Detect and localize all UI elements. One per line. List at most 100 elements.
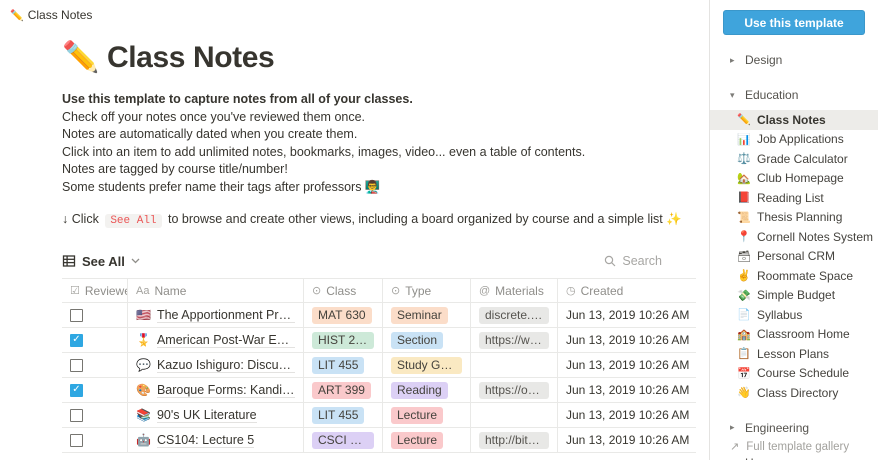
note-name-cell[interactable]: 🇺🇸 The Apportionment Problem (127, 303, 303, 327)
class-tag[interactable]: LIT 455 (312, 406, 365, 424)
class-tag[interactable]: MAT 630 (312, 306, 372, 324)
class-tag[interactable]: CSCI 104 (312, 431, 374, 449)
pencil-icon: ✏️ (62, 41, 99, 74)
reviewed-checkbox[interactable] (70, 383, 83, 397)
money-with-wings-icon: 💸 (737, 289, 751, 302)
note-name-cell[interactable]: 📚 90's UK Literature (127, 403, 303, 427)
note-name-cell[interactable]: 💬 Kazuo Ishiguro: Discussion (127, 353, 303, 377)
table-view-icon (62, 254, 76, 268)
column-header-created[interactable]: ◷ Created (557, 279, 696, 302)
use-this-template-button[interactable]: Use this template (723, 10, 865, 35)
tip-line: ↓ Click See All to browse and create oth… (62, 211, 696, 230)
sidebar-item-classroom-home[interactable]: 🏫 Classroom Home (710, 325, 878, 345)
sidebar-item-simple-budget[interactable]: 💸 Simple Budget (710, 286, 878, 306)
search-icon (604, 255, 616, 267)
materials-cell[interactable] (470, 353, 557, 377)
type-cell[interactable]: Lecture (382, 403, 470, 427)
column-header-reviewed[interactable]: ☑ Reviewed (62, 279, 127, 302)
type-cell[interactable]: Seminar (382, 303, 470, 327)
created-cell[interactable]: Jun 13, 2019 10:26 AM (557, 303, 696, 327)
sidebar-item-class-directory[interactable]: 👋 Class Directory (710, 383, 878, 403)
column-header-type[interactable]: ⊙ Type (382, 279, 470, 302)
sidebar-item-course-schedule[interactable]: 📅 Course Schedule (710, 364, 878, 384)
column-header-class[interactable]: ⊙ Class (303, 279, 382, 302)
type-tag[interactable]: Reading (391, 381, 448, 399)
class-cell[interactable]: LIT 455 (303, 353, 382, 377)
class-cell[interactable]: MAT 630 (303, 303, 382, 327)
breadcrumb-label: Class Notes (27, 8, 93, 22)
sidebar-item-label: Course Schedule (757, 366, 850, 381)
sidebar-item-lesson-plans[interactable]: 📋 Lesson Plans (710, 344, 878, 364)
sidebar-item-roommate-space[interactable]: ✌️ Roommate Space (710, 266, 878, 286)
class-tag[interactable]: ART 399 (312, 381, 371, 399)
sidebar-item-club-homepage[interactable]: 🏡 Club Homepage (710, 169, 878, 189)
full-template-gallery-link[interactable]: ↗ Full template gallery (730, 440, 849, 454)
sidebar-section-education[interactable]: ▾ Education (710, 85, 878, 105)
sidebar-item-syllabus[interactable]: 📄 Syllabus (710, 305, 878, 325)
materials-link[interactable]: discrete.pdf (479, 306, 549, 324)
type-tag[interactable]: Lecture (391, 406, 444, 424)
sidebar-section-design[interactable]: ▸ Design (710, 50, 878, 70)
materials-cell[interactable]: https://open.s... (470, 378, 557, 402)
search-input[interactable]: Search (604, 254, 696, 268)
created-cell[interactable]: Jun 13, 2019 10:26 AM (557, 328, 696, 352)
column-header-name[interactable]: Aa Name (127, 279, 303, 302)
materials-cell[interactable] (470, 403, 557, 427)
type-tag[interactable]: Section (391, 331, 444, 349)
materials-cell[interactable]: discrete.pdf (470, 303, 557, 327)
note-name-cell[interactable]: 🎖️ American Post-War Economics (127, 328, 303, 352)
type-cell[interactable]: Lecture (382, 428, 470, 452)
sidebar-item-personal-crm[interactable]: 🗃 Personal CRM (710, 247, 878, 267)
sidebar-section-engineering[interactable]: ▸ Engineering (710, 418, 878, 438)
class-tag[interactable]: HIST 230 (312, 331, 374, 349)
materials-link[interactable]: http://bits.usc... (479, 431, 549, 449)
sidebar-item-cornell-notes-system[interactable]: 📍 Cornell Notes System (710, 227, 878, 247)
sidebar-item-grade-calculator[interactable]: ⚖️ Grade Calculator (710, 149, 878, 169)
sidebar-item-label: Thesis Planning (757, 210, 843, 225)
created-cell[interactable]: Jun 13, 2019 10:26 AM (557, 428, 696, 452)
reviewed-checkbox[interactable] (70, 358, 83, 372)
reviewed-checkbox[interactable] (70, 308, 83, 322)
section-label: Human resources (745, 456, 840, 460)
reviewed-checkbox[interactable] (70, 408, 83, 422)
intro-line: Use this template to capture notes from … (62, 92, 413, 106)
scroll-icon: 📜 (737, 211, 751, 224)
class-tag[interactable]: LIT 455 (312, 356, 365, 374)
column-header-materials[interactable]: @ Materials (470, 279, 557, 302)
materials-cell[interactable]: http://bits.usc... (470, 428, 557, 452)
type-cell[interactable]: Study Group (382, 353, 470, 377)
type-tag[interactable]: Study Group (391, 356, 462, 374)
created-cell[interactable]: Jun 13, 2019 10:26 AM (557, 378, 696, 402)
sidebar-section-human-resources[interactable]: ▸ Human resources (710, 453, 878, 460)
intro-line: Check off your notes once you've reviewe… (62, 109, 366, 124)
materials-cell[interactable]: https://www.th... (470, 328, 557, 352)
class-cell[interactable]: ART 399 (303, 378, 382, 402)
type-tag[interactable]: Seminar (391, 306, 448, 324)
see-all-code-chip: See All (105, 214, 162, 228)
column-label: Created (580, 283, 624, 298)
document-icon: 📄 (737, 309, 751, 322)
class-cell[interactable]: HIST 230 (303, 328, 382, 352)
reviewed-checkbox[interactable] (70, 333, 83, 347)
sidebar-item-thesis-planning[interactable]: 📜 Thesis Planning (710, 208, 878, 228)
note-name-cell[interactable]: 🤖 CS104: Lecture 5 (127, 428, 303, 452)
created-cell[interactable]: Jun 13, 2019 10:26 AM (557, 403, 696, 427)
sidebar-item-job-applications[interactable]: 📊 Job Applications (710, 130, 878, 150)
materials-link[interactable]: https://open.s... (479, 381, 549, 399)
breadcrumb[interactable]: ✏️ Class Notes (10, 8, 92, 22)
type-cell[interactable]: Reading (382, 378, 470, 402)
class-cell[interactable]: CSCI 104 (303, 428, 382, 452)
reviewed-checkbox[interactable] (70, 433, 83, 447)
created-cell[interactable]: Jun 13, 2019 10:26 AM (557, 353, 696, 377)
class-cell[interactable]: LIT 455 (303, 403, 382, 427)
view-selector[interactable]: See All (62, 254, 140, 269)
materials-link[interactable]: https://www.th... (479, 331, 549, 349)
type-cell[interactable]: Section (382, 328, 470, 352)
table-row: 🇺🇸 The Apportionment Problem MAT 630 Semi… (62, 303, 696, 328)
sidebar-item-reading-list[interactable]: 📕 Reading List (710, 188, 878, 208)
sidebar-item-label: Personal CRM (757, 249, 836, 264)
sidebar-item-class-notes[interactable]: ✏️ Class Notes (710, 110, 878, 130)
type-tag[interactable]: Lecture (391, 431, 444, 449)
sidebar-item-label: Roommate Space (757, 268, 854, 283)
note-name-cell[interactable]: 🎨 Baroque Forms: Kandinsky (127, 378, 303, 402)
